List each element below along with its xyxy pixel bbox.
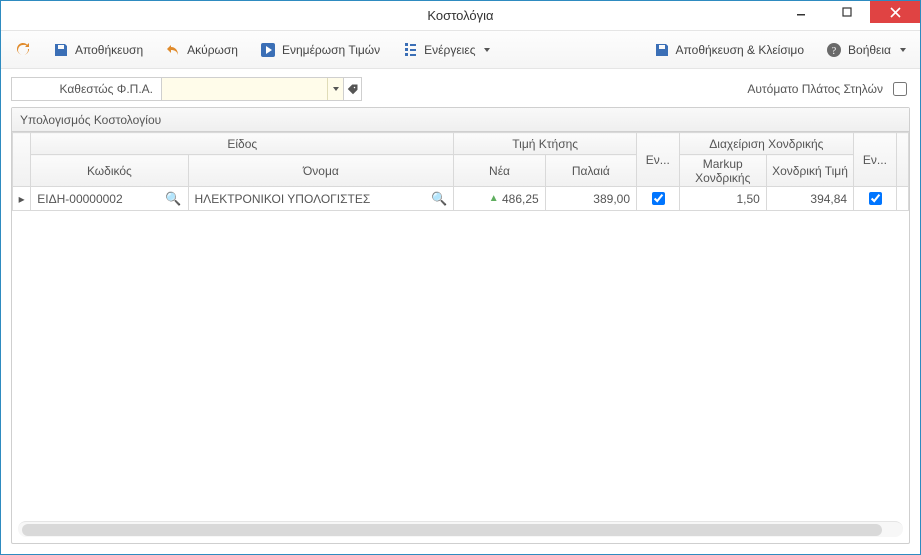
tag-clear-icon bbox=[347, 83, 359, 95]
group-item-header[interactable]: Είδος bbox=[31, 133, 454, 155]
col-new-header[interactable]: Νέα bbox=[454, 155, 545, 187]
cell-name[interactable]: ΗΛΕΚΤΡΟΝΙΚΟΙ ΥΠΟΛΟΓΙΣΤΕΣ 🔍 bbox=[188, 187, 454, 211]
cell-wholesale-price[interactable]: 394,84 bbox=[766, 187, 853, 211]
window-controls bbox=[778, 1, 920, 23]
horizontal-scrollbar[interactable] bbox=[18, 521, 903, 537]
svg-text:?: ? bbox=[832, 46, 837, 57]
content: Καθεστώς Φ.Π.Α. Αυτόματο Πλάτος Στηλών Υ… bbox=[1, 69, 920, 554]
en2-checkbox[interactable] bbox=[869, 192, 882, 205]
minimize-button[interactable] bbox=[778, 1, 824, 23]
cell-code[interactable]: ΕΙΔΗ-00000002 🔍 bbox=[31, 187, 188, 211]
grid-table: Είδος Τιμή Κτήσης Εν... Διαχείριση Χονδρ… bbox=[12, 132, 909, 211]
col-en2-header[interactable]: Εν... bbox=[854, 133, 897, 187]
save-close-button[interactable]: Αποθήκευση & Κλείσιμο bbox=[650, 38, 808, 62]
save-label: Αποθήκευση bbox=[75, 43, 143, 57]
col-en1-header[interactable]: Εν... bbox=[637, 133, 680, 187]
vat-clear-button[interactable] bbox=[343, 78, 361, 100]
vat-input-wrap bbox=[162, 78, 343, 100]
cell-en2[interactable] bbox=[854, 187, 897, 211]
save-button[interactable]: Αποθήκευση bbox=[49, 38, 147, 62]
auto-width-label: Αυτόματο Πλάτος Στηλών bbox=[747, 82, 883, 96]
row-indicator: ▸ bbox=[13, 187, 31, 211]
cancel-label: Ακύρωση bbox=[187, 43, 238, 57]
window-title: Κοστολόγια bbox=[427, 8, 493, 23]
lookup-icon[interactable]: 🔍 bbox=[165, 191, 181, 207]
panel-title: Υπολογισμός Κοστολογίου bbox=[12, 108, 909, 132]
col-code-header[interactable]: Κωδικός bbox=[31, 155, 188, 187]
update-prices-label: Ενημέρωση Τιμών bbox=[282, 43, 380, 57]
sort-asc-icon: ▲ bbox=[489, 193, 499, 204]
refresh-icon bbox=[15, 42, 31, 58]
cell-en1[interactable] bbox=[637, 187, 680, 211]
col-extra-header[interactable] bbox=[896, 133, 908, 187]
save-icon bbox=[53, 42, 69, 58]
cancel-button[interactable]: Ακύρωση bbox=[161, 38, 242, 62]
actions-menu[interactable]: Ενέργειες bbox=[398, 38, 494, 62]
cell-markup[interactable]: 1,50 bbox=[679, 187, 766, 211]
vat-field: Καθεστώς Φ.Π.Α. bbox=[11, 77, 362, 101]
col-old-header[interactable]: Παλαιά bbox=[545, 155, 636, 187]
grid-panel: Υπολογισμός Κοστολογίου bbox=[11, 107, 910, 544]
save-close-label: Αποθήκευση & Κλείσιμο bbox=[676, 43, 804, 57]
lookup-icon[interactable]: 🔍 bbox=[431, 191, 447, 207]
group-acq-header[interactable]: Τιμή Κτήσης bbox=[454, 133, 637, 155]
cell-new[interactable]: ▲ 486,25 bbox=[454, 187, 545, 211]
scrollbar-thumb[interactable] bbox=[22, 524, 882, 536]
col-name-header[interactable]: Όνομα bbox=[188, 155, 454, 187]
help-label: Βοήθεια bbox=[848, 43, 891, 57]
vat-input[interactable] bbox=[162, 78, 327, 100]
toolbar: Αποθήκευση Ακύρωση Ενημέρωση Τιμών Ενέργ… bbox=[1, 31, 920, 69]
cell-old[interactable]: 389,00 bbox=[545, 187, 636, 211]
titlebar: Κοστολόγια bbox=[1, 1, 920, 31]
update-prices-button[interactable]: Ενημέρωση Τιμών bbox=[256, 38, 384, 62]
refresh-button[interactable] bbox=[11, 38, 35, 62]
filter-row: Καθεστώς Φ.Π.Α. Αυτόματο Πλάτος Στηλών bbox=[11, 77, 910, 101]
close-button[interactable] bbox=[870, 1, 920, 23]
window: Κοστολόγια Αποθήκευση bbox=[0, 0, 921, 555]
save-close-icon bbox=[654, 42, 670, 58]
help-icon: ? bbox=[826, 42, 842, 58]
row-indicator-header[interactable] bbox=[13, 133, 31, 187]
table-row[interactable]: ▸ ΕΙΔΗ-00000002 🔍 ΗΛΕΚΤΡΟΝΙΚΟΙ ΥΠΟΛΟΓΙΣΤ… bbox=[13, 187, 909, 211]
tools-icon bbox=[402, 42, 418, 58]
auto-width-checkbox[interactable] bbox=[893, 82, 907, 96]
auto-width-toggle[interactable]: Αυτόματο Πλάτος Στηλών bbox=[747, 79, 910, 99]
cell-extra bbox=[896, 187, 908, 211]
undo-icon bbox=[165, 42, 181, 58]
actions-label: Ενέργειες bbox=[424, 43, 475, 57]
vat-label: Καθεστώς Φ.Π.Α. bbox=[12, 78, 162, 100]
grid-scroll[interactable]: Είδος Τιμή Κτήσης Εν... Διαχείριση Χονδρ… bbox=[12, 132, 909, 517]
group-wholesale-header[interactable]: Διαχείριση Χονδρικής bbox=[679, 133, 854, 155]
vat-dropdown-button[interactable] bbox=[327, 78, 343, 100]
help-menu[interactable]: ? Βοήθεια bbox=[822, 38, 910, 62]
maximize-button[interactable] bbox=[824, 1, 870, 23]
en1-checkbox[interactable] bbox=[652, 192, 665, 205]
col-wholesale-price-header[interactable]: Χονδρική Τιμή bbox=[766, 155, 853, 187]
play-icon bbox=[260, 42, 276, 58]
col-markup-header[interactable]: Markup Χονδρικής bbox=[679, 155, 766, 187]
